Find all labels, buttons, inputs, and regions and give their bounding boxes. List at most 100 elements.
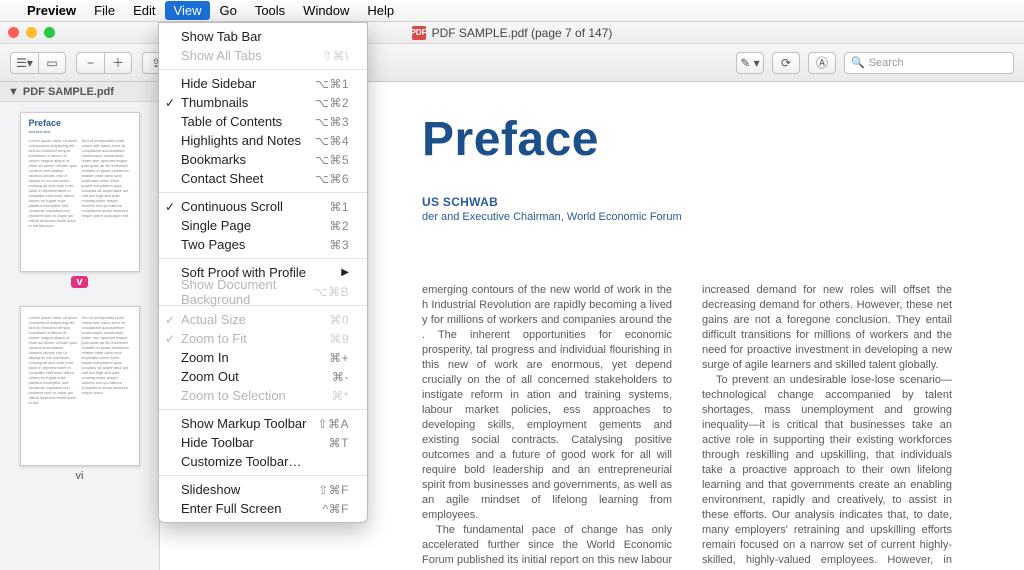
- menu-item-label: Zoom In: [181, 350, 229, 365]
- menu-item-label: Highlights and Notes: [181, 133, 301, 148]
- search-input[interactable]: 🔍 Search: [844, 52, 1014, 74]
- menu-item[interactable]: Zoom Out ⌘-: [159, 367, 367, 386]
- menu-item-label: Table of Contents: [181, 114, 282, 129]
- menu-item-label: Thumbnails: [181, 95, 248, 110]
- menu-shortcut: ⌥⌘5: [315, 153, 349, 167]
- menu-item: ✓ Actual Size ⌘0: [159, 310, 367, 329]
- menu-item-label: Customize Toolbar…: [181, 454, 301, 469]
- menu-item[interactable]: Show Markup Toolbar⇧⌘A: [159, 414, 367, 433]
- zoom-out-button[interactable]: −: [76, 52, 104, 74]
- toolbar: ☰▾ ▭ − ＋ ⇪ ✎ ▾ ⟳ Ⓐ 🔍 Search: [0, 44, 1024, 82]
- menu-item[interactable]: Two Pages⌘3: [159, 235, 367, 254]
- menu-item[interactable]: Single Page⌘2: [159, 216, 367, 235]
- menu-item-label: Show Tab Bar: [181, 29, 262, 44]
- search-icon: 🔍: [851, 56, 865, 69]
- body-text: emerging contours of the new world of wo…: [422, 283, 672, 523]
- author-name: US SCHWAB: [422, 195, 952, 209]
- window-title-page: (page 7 of 147): [531, 26, 612, 40]
- search-placeholder: Search: [869, 57, 904, 69]
- menu-shortcut: ⌘-: [332, 370, 349, 384]
- window-titlebar: PDF PDF SAMPLE.pdf (page 7 of 147): [0, 22, 1024, 44]
- menu-window[interactable]: Window: [294, 1, 358, 20]
- menu-shortcut: ⌥⌘1: [315, 77, 349, 91]
- menu-item-label: Show Document Background: [181, 277, 314, 307]
- menu-item[interactable]: ✓ Continuous Scroll ⌘1: [159, 197, 367, 216]
- close-button[interactable]: [8, 27, 19, 38]
- menu-item-label: Single Page: [181, 218, 251, 233]
- menu-item-label: Actual Size: [181, 312, 246, 327]
- menu-item[interactable]: Show Tab Bar: [159, 27, 367, 46]
- menu-item-label: Continuous Scroll: [181, 199, 283, 214]
- menu-edit[interactable]: Edit: [124, 1, 164, 20]
- rotate-button[interactable]: ⟳: [772, 52, 800, 74]
- window-controls: [8, 27, 55, 38]
- menu-item-label: Hide Toolbar: [181, 435, 254, 450]
- menu-file[interactable]: File: [85, 1, 124, 20]
- body-text: The fundamental pace of change has only …: [422, 523, 672, 570]
- menu-view[interactable]: View: [165, 1, 211, 20]
- menu-item-label: Contact Sheet: [181, 171, 263, 186]
- markup-button[interactable]: Ⓐ: [808, 52, 836, 74]
- menu-shortcut: ⌥⌘B: [314, 285, 349, 299]
- menu-help[interactable]: Help: [358, 1, 403, 20]
- author-role: der and Executive Chairman, World Econom…: [422, 211, 952, 223]
- check-icon: ✓: [165, 96, 175, 110]
- menu-shortcut: ⌘*: [331, 389, 349, 403]
- menu-separator: [159, 69, 367, 70]
- menu-item[interactable]: Slideshow ⇧⌘F: [159, 480, 367, 499]
- sidebar-header[interactable]: ▼ PDF SAMPLE.pdf: [0, 82, 159, 102]
- menu-item[interactable]: Contact Sheet ⌥⌘6: [159, 169, 367, 188]
- menu-item-label: Two Pages: [181, 237, 245, 252]
- sidebar-menu-button[interactable]: ▭: [38, 52, 66, 74]
- menu-item-label: Bookmarks: [181, 152, 246, 167]
- thumbnail-label: vi: [76, 470, 84, 482]
- menu-shortcut: ⇧⌘F: [318, 483, 349, 497]
- menu-item[interactable]: Customize Toolbar…: [159, 452, 367, 471]
- pdf-file-icon: PDF: [412, 26, 426, 40]
- thumbnail-label: v: [71, 276, 87, 288]
- thumbnail-page[interactable]: Lorem ipsum dolor sit amet consectetur a…: [20, 306, 140, 482]
- menu-item-label: Enter Full Screen: [181, 501, 281, 516]
- menu-item: ✓Zoom to Fit⌘9: [159, 329, 367, 348]
- menu-shortcut: ⌥⌘3: [315, 115, 349, 129]
- app-menu[interactable]: Preview: [18, 1, 85, 20]
- highlight-button[interactable]: ✎ ▾: [736, 52, 764, 74]
- menu-item[interactable]: Bookmarks ⌥⌘5: [159, 150, 367, 169]
- menu-shortcut: ⇧⌘\: [322, 49, 349, 63]
- page-heading: Preface: [422, 112, 952, 167]
- sidebar-title: PDF SAMPLE.pdf: [23, 86, 114, 98]
- submenu-arrow-icon: ▶: [341, 267, 349, 278]
- menu-item-label: Zoom to Fit: [181, 331, 247, 346]
- menu-item-label: Slideshow: [181, 482, 240, 497]
- menu-item: Show Document Background⌥⌘B: [159, 282, 367, 301]
- menu-separator: [159, 258, 367, 259]
- menu-tools[interactable]: Tools: [246, 1, 294, 20]
- menu-item[interactable]: ✓ Thumbnails ⌥⌘2: [159, 93, 367, 112]
- check-icon: ✓: [165, 313, 175, 327]
- menu-separator: [159, 409, 367, 410]
- menu-item[interactable]: Enter Full Screen^⌘F: [159, 499, 367, 518]
- menu-go[interactable]: Go: [210, 1, 245, 20]
- maximize-button[interactable]: [44, 27, 55, 38]
- menu-item-label: Zoom Out: [181, 369, 239, 384]
- menu-shortcut: ⌘9: [329, 332, 349, 346]
- menu-shortcut: ⌘1: [329, 200, 349, 214]
- sidebar-toggle-button[interactable]: ☰▾: [10, 52, 38, 74]
- menu-shortcut: ⌘0: [329, 313, 349, 327]
- window-title-filename: PDF SAMPLE.pdf: [432, 26, 528, 40]
- check-icon: ✓: [165, 200, 175, 214]
- thumbnail-page[interactable]: Preface text text text Lorem ipsum dolor…: [20, 112, 140, 288]
- menu-shortcut: ⌥⌘6: [315, 172, 349, 186]
- minimize-button[interactable]: [26, 27, 37, 38]
- thumbnails-sidebar: ▼ PDF SAMPLE.pdf Preface text text text …: [0, 82, 160, 570]
- menu-item[interactable]: Highlights and Notes⌥⌘4: [159, 131, 367, 150]
- menu-item[interactable]: Zoom In ⌘+: [159, 348, 367, 367]
- menu-item-label: Hide Sidebar: [181, 76, 256, 91]
- menu-item-label: Show Markup Toolbar: [181, 416, 307, 431]
- menu-item[interactable]: Hide Sidebar ⌥⌘1: [159, 74, 367, 93]
- zoom-in-button[interactable]: ＋: [104, 52, 132, 74]
- menu-shortcut: ⌥⌘2: [315, 96, 349, 110]
- menu-item[interactable]: Hide Toolbar⌘T: [159, 433, 367, 452]
- menu-item[interactable]: Table of Contents ⌥⌘3: [159, 112, 367, 131]
- menu-shortcut: ⌘+: [329, 351, 349, 365]
